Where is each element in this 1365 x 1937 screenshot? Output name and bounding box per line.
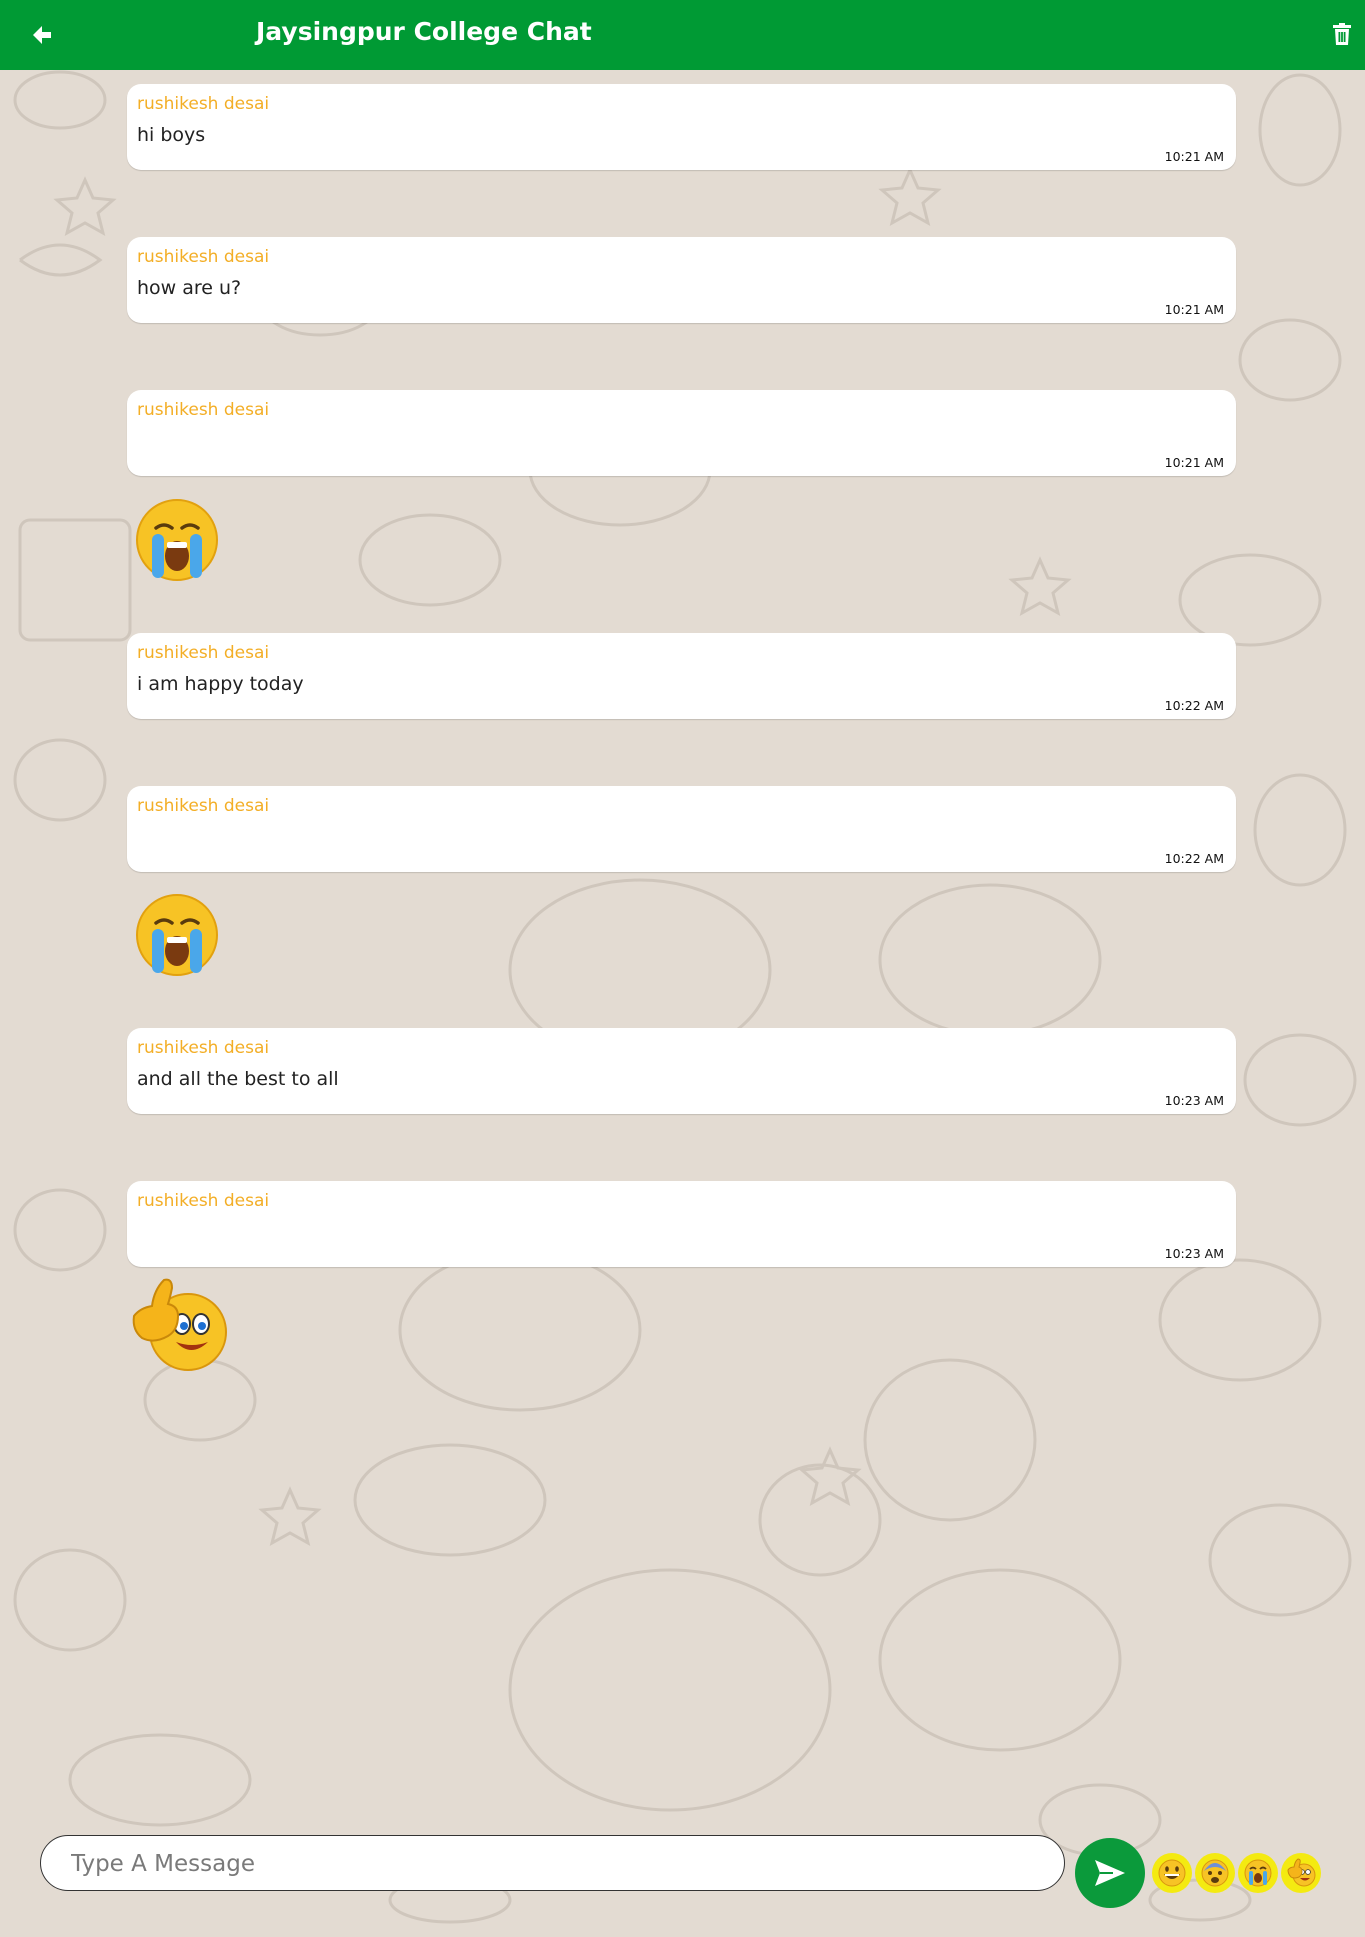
chat-header: Jaysingpur College Chat <box>0 0 1365 70</box>
back-button[interactable] <box>24 17 60 53</box>
message-bubble: rushikesh desai 10:22 AM <box>127 786 1236 872</box>
quick-emoji-button[interactable] <box>1281 1853 1321 1893</box>
delete-chat-button[interactable] <box>1327 17 1357 51</box>
message-text: how are u? <box>137 277 242 299</box>
sender-name: rushikesh desai <box>137 1038 270 1058</box>
message-time: 10:22 AM <box>1164 698 1224 713</box>
thumbs-up-smiley-emoji[interactable] <box>126 1276 230 1374</box>
sender-name: rushikesh desai <box>137 796 270 816</box>
thumbs-up-smiley-emoji <box>1287 1858 1316 1887</box>
sender-name: rushikesh desai <box>137 643 270 663</box>
sender-name: rushikesh desai <box>137 94 270 114</box>
send-button[interactable] <box>1075 1838 1145 1908</box>
message-text: and all the best to all <box>137 1068 339 1090</box>
message-bubble: rushikesh desai and all the best to all … <box>127 1028 1236 1114</box>
message-bubble: rushikesh desai 10:23 AM <box>127 1181 1236 1267</box>
message-time: 10:21 AM <box>1164 149 1224 164</box>
message-bubble: rushikesh desai 10:21 AM <box>127 390 1236 476</box>
message-text: hi boys <box>137 124 206 146</box>
loudly-crying-face-emoji[interactable] <box>134 893 220 977</box>
message-bubble: rushikesh desai i am happy today 10:22 A… <box>127 633 1236 719</box>
arrow-left-icon <box>33 26 51 44</box>
message-input[interactable] <box>69 1836 1033 1891</box>
message-time: 10:23 AM <box>1164 1093 1224 1108</box>
sender-name: rushikesh desai <box>137 1191 270 1211</box>
grinning-face-emoji <box>1158 1859 1186 1887</box>
message-text: i am happy today <box>137 673 304 695</box>
quick-emoji-button[interactable] <box>1195 1853 1235 1893</box>
message-time: 10:22 AM <box>1164 851 1224 866</box>
trash-icon <box>1333 23 1351 45</box>
message-time: 10:21 AM <box>1164 302 1224 317</box>
message-time: 10:23 AM <box>1164 1246 1224 1261</box>
message-composer <box>40 1835 1065 1891</box>
sender-name: rushikesh desai <box>137 400 270 420</box>
send-icon <box>1095 1860 1125 1886</box>
chat-title: Jaysingpur College Chat <box>256 17 592 46</box>
message-time: 10:21 AM <box>1164 455 1224 470</box>
sender-name: rushikesh desai <box>137 247 270 267</box>
message-bubble: rushikesh desai hi boys 10:21 AM <box>127 84 1236 170</box>
quick-emoji-button[interactable] <box>1152 1853 1192 1893</box>
message-bubble: rushikesh desai how are u? 10:21 AM <box>127 237 1236 323</box>
loudly-crying-face-emoji[interactable] <box>134 498 220 582</box>
fearful-face-emoji <box>1201 1859 1229 1887</box>
crying-face-emoji <box>1244 1859 1272 1887</box>
quick-emoji-button[interactable] <box>1238 1853 1278 1893</box>
